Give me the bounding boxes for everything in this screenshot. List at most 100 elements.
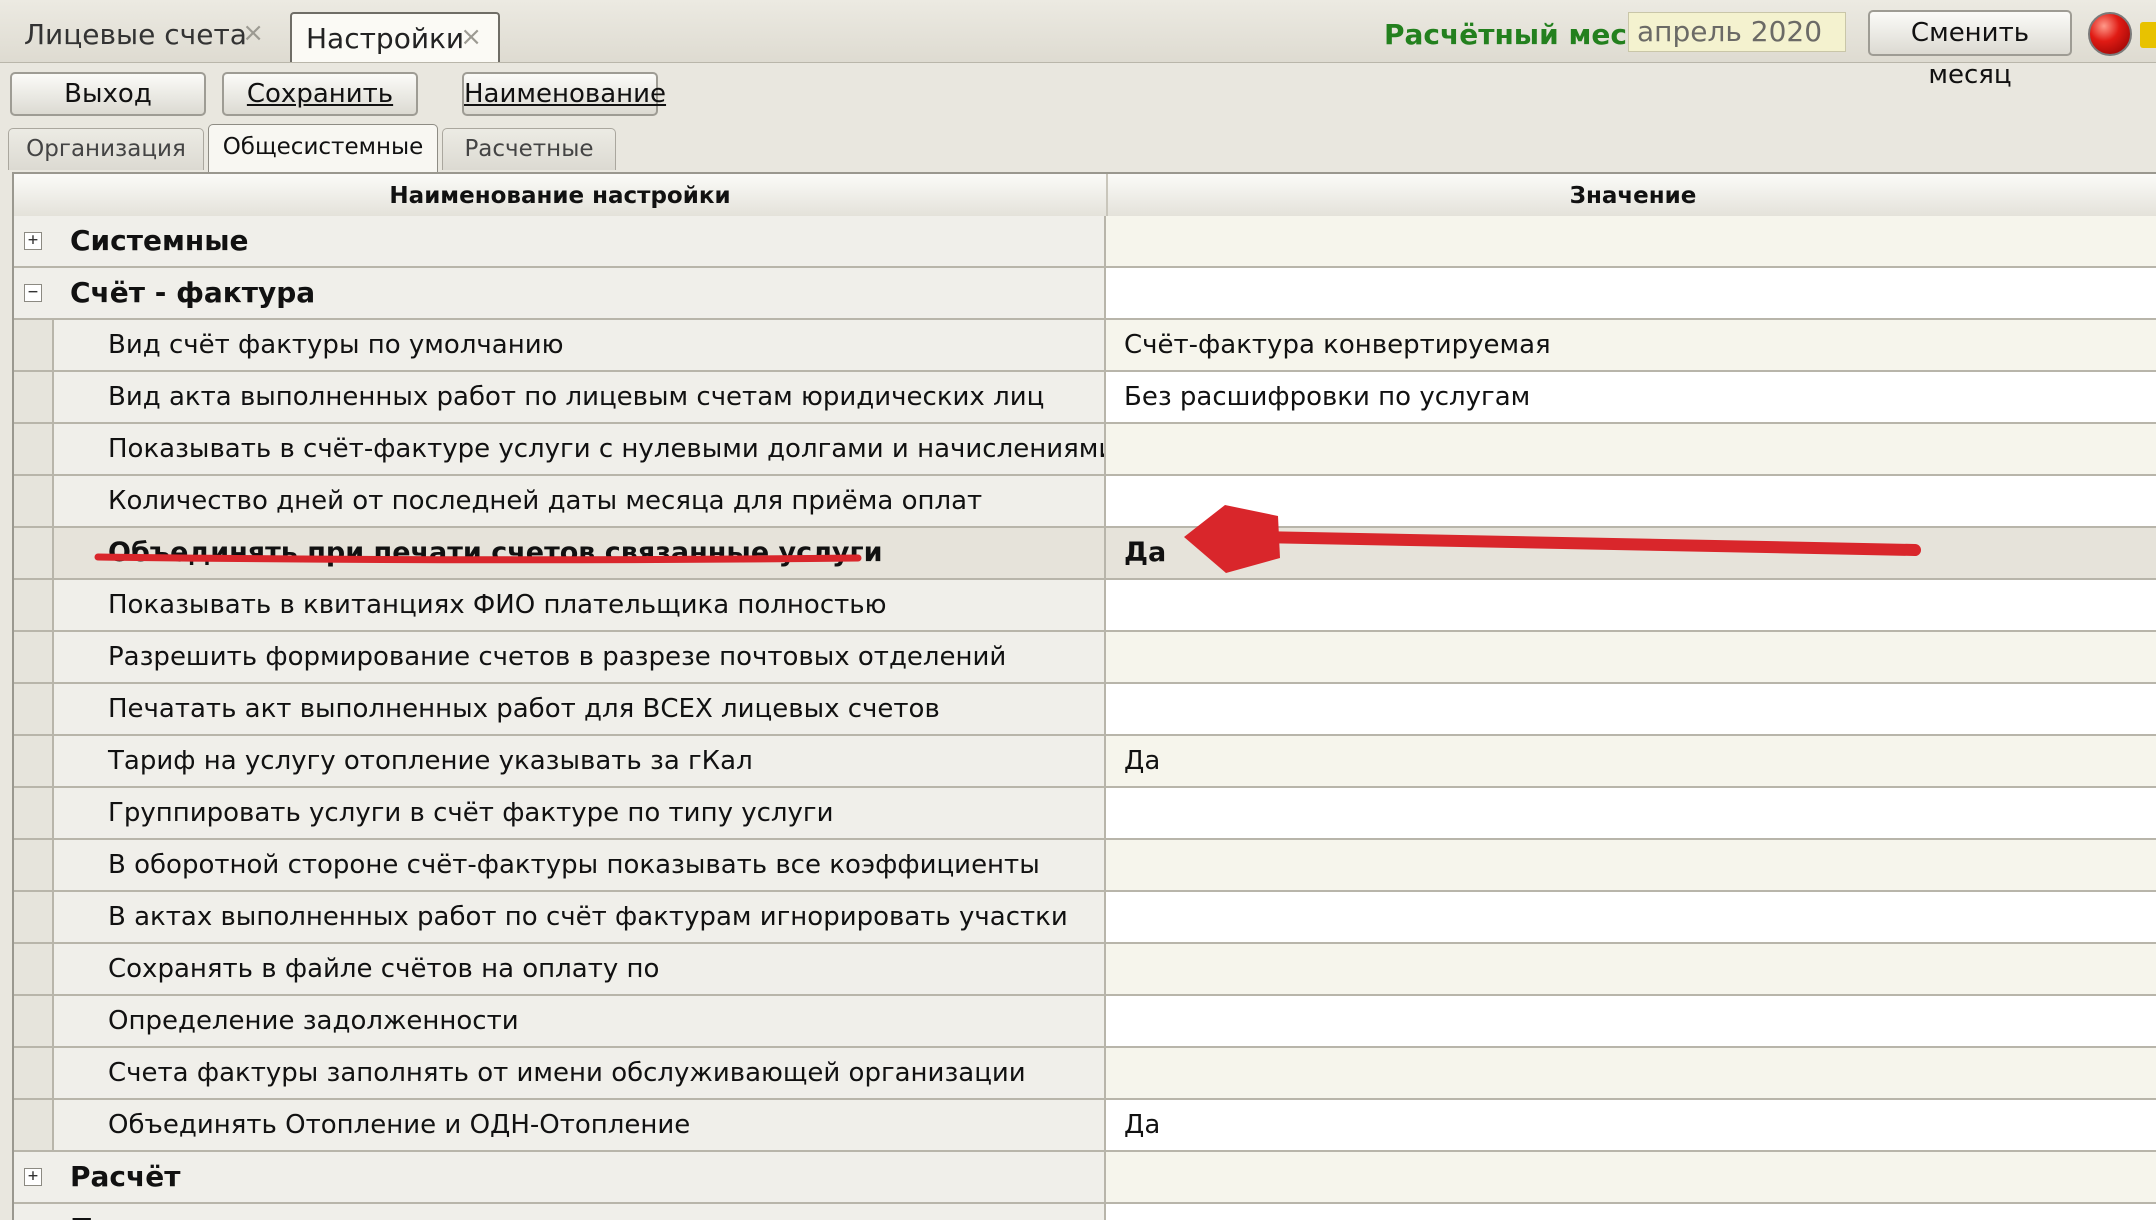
save-button-label: Сохранить	[246, 79, 394, 109]
change-month-button[interactable]: Сменить месяц	[1868, 10, 2072, 90]
setting-value[interactable]	[1106, 892, 2156, 942]
tab-organization[interactable]: Организация	[8, 128, 204, 170]
indent-line	[52, 320, 54, 370]
indent-line	[52, 788, 54, 838]
red-circle-icon[interactable]	[2088, 12, 2132, 56]
row-gutter	[14, 1048, 53, 1098]
tab-calculation[interactable]: Расчетные	[442, 128, 616, 170]
indent-line	[52, 580, 54, 630]
setting-row[interactable]: Группировать услуги в счёт фактуре по ти…	[14, 788, 2156, 840]
row-gutter	[14, 320, 53, 370]
setting-row[interactable]: Показывать в счёт-фактуре услуги с нулев…	[14, 424, 2156, 476]
setting-name: Счёт - фактура	[14, 268, 1106, 318]
setting-row[interactable]: В оборотной стороне счёт-фактуры показыв…	[14, 840, 2156, 892]
setting-value[interactable]: Да	[1106, 1100, 2156, 1150]
column-header-value[interactable]: Значение	[1108, 183, 2156, 209]
minus-box-icon[interactable]: −	[24, 284, 42, 302]
row-gutter	[14, 944, 53, 994]
doc-tab-label: Лицевые счета	[24, 17, 247, 51]
setting-name: Сохранять в файле счётов на оплату по	[14, 944, 1106, 994]
row-gutter	[14, 632, 53, 682]
setting-value[interactable]	[1106, 1152, 2156, 1202]
row-gutter	[14, 476, 53, 526]
setting-value[interactable]	[1106, 684, 2156, 734]
tab-system[interactable]: Общесистемные	[208, 124, 438, 172]
doc-tab-settings[interactable]: Настройки ×	[290, 12, 500, 62]
settings-grid: Наименование настройки Значение Системны…	[12, 172, 2156, 1220]
period-field[interactable]: апрель 2020	[1628, 12, 1846, 52]
indent-line	[52, 528, 54, 578]
plus-box-icon[interactable]: +	[24, 1168, 42, 1186]
setting-row[interactable]: Объединять Отопление и ОДН-Отопление Да	[14, 1100, 2156, 1152]
setting-row[interactable]: Определение задолженности	[14, 996, 2156, 1048]
row-gutter	[14, 892, 53, 942]
setting-row[interactable]: Вид счёт фактуры по умолчанию Счёт-фактур…	[14, 320, 2156, 372]
indent-line	[52, 424, 54, 474]
setting-value[interactable]	[1106, 632, 2156, 682]
indent-line	[52, 632, 54, 682]
setting-name: В актах выполненных работ по счёт фактур…	[14, 892, 1106, 942]
doc-tab-accounts[interactable]: Лицевые счета ×	[10, 10, 280, 58]
setting-row[interactable]: Счета фактуры заполнять от имени обслужи…	[14, 1048, 2156, 1100]
setting-row[interactable]: Объединять при печати счетов связанные у…	[14, 528, 2156, 580]
group-row[interactable]: Системные +	[14, 216, 2156, 268]
setting-name: Объединять при печати счетов связанные у…	[14, 528, 1106, 578]
setting-value[interactable]	[1106, 1048, 2156, 1098]
setting-name: Показывать в квитанциях ФИО плательщика …	[14, 580, 1106, 630]
indent-line	[52, 1048, 54, 1098]
setting-value[interactable]	[1106, 580, 2156, 630]
indent-line	[52, 372, 54, 422]
setting-row[interactable]: Тариф на услугу отопление указывать за г…	[14, 736, 2156, 788]
close-icon[interactable]: ×	[460, 22, 482, 52]
setting-name: Счета фактуры заполнять от имени обслужи…	[14, 1048, 1106, 1098]
row-gutter	[14, 372, 53, 422]
setting-row[interactable]: Показывать в квитанциях ФИО плательщика …	[14, 580, 2156, 632]
setting-row[interactable]: Разрешить формирование счетов в разрезе …	[14, 632, 2156, 684]
naming-button[interactable]: Наименование	[462, 72, 666, 116]
indent-line	[52, 684, 54, 734]
setting-value[interactable]: Да	[1106, 736, 2156, 786]
setting-value[interactable]	[1106, 996, 2156, 1046]
setting-value[interactable]	[1106, 216, 2156, 266]
naming-button-label: Наименование	[464, 79, 667, 109]
doc-tab-label: Настройки	[306, 21, 465, 55]
setting-row[interactable]: Количество дней от последней даты месяца…	[14, 476, 2156, 528]
row-gutter	[14, 424, 53, 474]
close-icon[interactable]: ×	[242, 18, 264, 48]
setting-value[interactable]	[1106, 788, 2156, 838]
setting-name: Группировать услуги в счёт фактуре по ти…	[14, 788, 1106, 838]
column-header-name[interactable]: Наименование настройки	[14, 183, 1106, 209]
setting-value[interactable]	[1106, 424, 2156, 474]
setting-name: Показывать в счёт-фактуре услуги с нулев…	[14, 424, 1106, 474]
setting-name: Разрешить формирование счетов в разрезе …	[14, 632, 1106, 682]
setting-name: Определение задолженности	[14, 996, 1106, 1046]
setting-value[interactable]	[1106, 840, 2156, 890]
indent-line	[52, 944, 54, 994]
setting-name: Системные	[14, 216, 1106, 266]
setting-row[interactable]: Печатать акт выполненных работ для ВСЕХ …	[14, 684, 2156, 736]
plus-box-icon[interactable]: +	[24, 232, 42, 250]
setting-value[interactable]: Счёт-фактура конвертируемая	[1106, 320, 2156, 370]
period-label: Расчётный месяц	[1384, 18, 1666, 51]
setting-row[interactable]: Сохранять в файле счётов на оплату по	[14, 944, 2156, 996]
group-row[interactable]: Счёт - фактура −	[14, 268, 2156, 320]
grid-header: Наименование настройки Значение	[14, 174, 2156, 217]
row-gutter	[14, 736, 53, 786]
setting-name: Расчёт	[14, 1152, 1106, 1202]
setting-value[interactable]: Без расшифровки по услугам	[1106, 372, 2156, 422]
setting-value[interactable]	[1106, 476, 2156, 526]
exit-button[interactable]: Выход	[10, 72, 206, 116]
indent-line	[52, 840, 54, 890]
setting-name: Объединять Отопление и ОДН-Отопление	[14, 1100, 1106, 1150]
grid-rows: Системные + Счёт - фактура − Вид счёт фактур…	[14, 216, 2156, 1220]
group-row[interactable]: Расчёт +	[14, 1152, 2156, 1204]
setting-name: Тариф на услугу отопление указывать за г…	[14, 736, 1106, 786]
save-button[interactable]: Сохранить	[222, 72, 418, 116]
setting-value[interactable]	[1106, 268, 2156, 318]
setting-value[interactable]: Да	[1106, 528, 2156, 578]
setting-value[interactable]	[1106, 944, 2156, 994]
setting-row[interactable]: В актах выполненных работ по счёт фактур…	[14, 892, 2156, 944]
setting-name: Печатать акт выполненных работ для ВСЕХ …	[14, 684, 1106, 734]
setting-row[interactable]: Вид акта выполненных работ по лицевым сч…	[14, 372, 2156, 424]
exit-button-label: Выход	[64, 79, 152, 109]
